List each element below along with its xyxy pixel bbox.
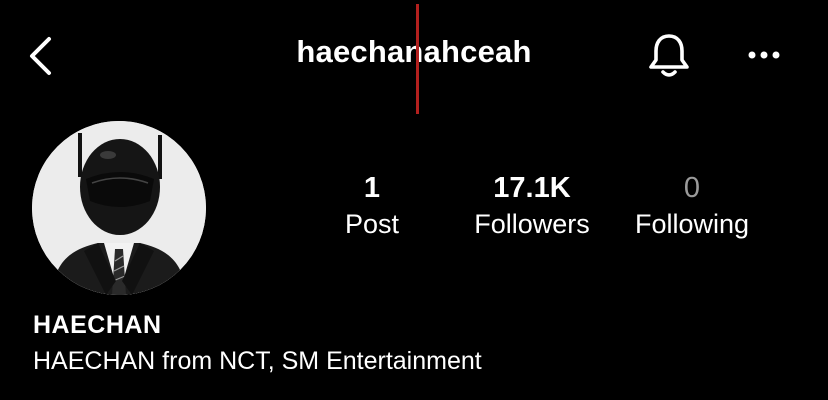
more-options-button[interactable] [742, 40, 786, 70]
following-stat[interactable]: 0 Following [622, 170, 762, 242]
red-vertical-line [416, 4, 419, 114]
profile-username: haechanahceah [296, 34, 532, 69]
profile-display-name: HAECHAN [33, 311, 162, 339]
top-navigation-bar: haechanahceah [0, 0, 828, 114]
followers-count: 17.1K [493, 172, 571, 204]
profile-avatar[interactable] [32, 121, 206, 295]
followers-label: Followers [474, 209, 590, 239]
avatar-image [32, 121, 206, 295]
bell-icon [649, 34, 689, 77]
profile-bio: HAECHAN from NCT, SM Entertainment [33, 347, 482, 375]
posts-stat[interactable]: 1 Post [322, 170, 422, 242]
followers-stat[interactable]: 17.1K Followers [462, 170, 602, 242]
following-count: 0 [683, 172, 701, 204]
posts-count: 1 [363, 172, 381, 204]
following-label: Following [634, 209, 750, 239]
more-horizontal-icon [748, 51, 780, 59]
posts-label: Post [344, 209, 400, 239]
notifications-button[interactable] [644, 30, 694, 82]
